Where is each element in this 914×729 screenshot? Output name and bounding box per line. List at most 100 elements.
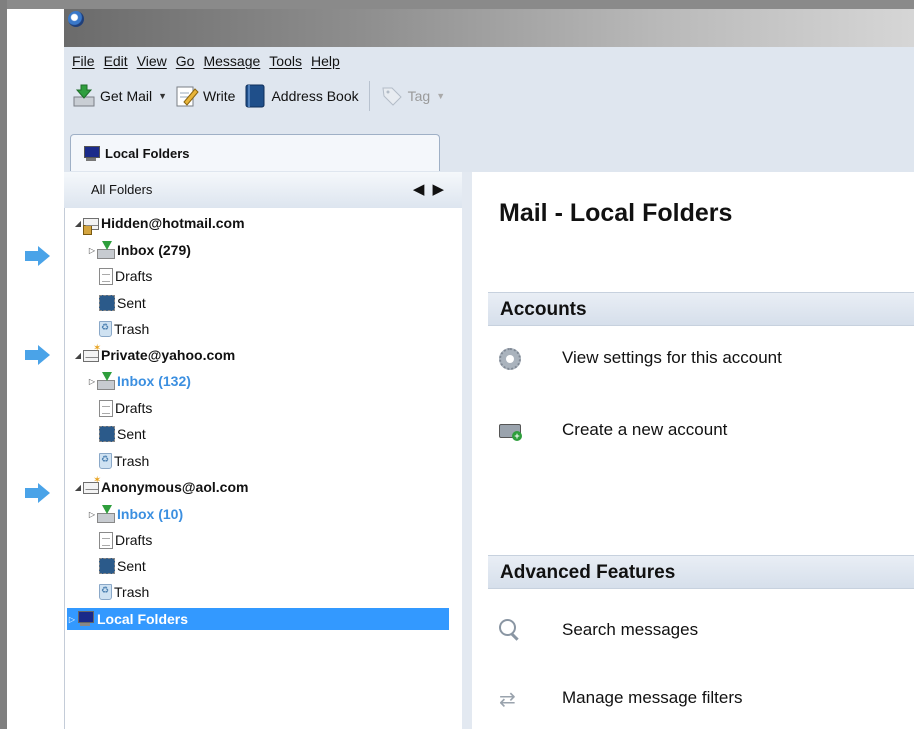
collapse-twisty-icon[interactable]: ◢ xyxy=(73,483,83,492)
thunderbird-app-icon[interactable] xyxy=(68,11,84,27)
address-book-button[interactable]: Address Book xyxy=(239,81,362,111)
local-folders-label: Local Folders xyxy=(97,611,189,627)
account-name: Anonymous@aol.com xyxy=(101,479,249,495)
tab-local-folders[interactable]: Local Folders xyxy=(70,134,440,171)
folder-tree: ◢ Hidden@hotmail.com ▷ Inbox (279) Draft… xyxy=(64,208,463,729)
search-icon xyxy=(494,615,524,645)
filter-icon xyxy=(494,683,524,713)
main-toolbar: Get Mail ▼ Write Address Book Tag ▼ xyxy=(68,79,449,113)
folder-view-arrows: ◀▶ xyxy=(413,180,452,198)
trash-label: Trash xyxy=(114,321,150,337)
drafts-icon xyxy=(99,399,113,417)
tag-icon xyxy=(380,84,404,108)
drafts-label: Drafts xyxy=(115,400,153,416)
trash-label: Trash xyxy=(114,584,150,600)
menu-bar: File Edit View Go Message Tools Help xyxy=(72,53,349,73)
toolbar-area: File Edit View Go Message Tools Help Get… xyxy=(64,47,914,173)
write-icon xyxy=(175,84,199,108)
menu-view[interactable]: View xyxy=(137,53,167,73)
pointer-arrow-icon xyxy=(25,483,51,503)
folder-trash[interactable]: Trash xyxy=(99,581,149,603)
account-name: Private@yahoo.com xyxy=(101,347,236,363)
trash-icon xyxy=(99,321,112,337)
local-folders-icon xyxy=(77,610,95,628)
prev-view-icon[interactable]: ◀ xyxy=(413,181,433,198)
sent-icon xyxy=(99,558,115,574)
local-folders-icon xyxy=(83,145,100,161)
folder-inbox[interactable]: ▷ Inbox (132) xyxy=(87,370,191,392)
search-messages-label: Search messages xyxy=(562,620,699,639)
folder-drafts[interactable]: Drafts xyxy=(99,265,152,287)
accounts-section-header: Accounts xyxy=(488,292,914,326)
accounts-heading: Accounts xyxy=(500,299,587,320)
view-settings-link[interactable]: View settings for this account xyxy=(494,343,782,373)
all-folders-label[interactable]: All Folders xyxy=(91,182,152,197)
account-envelope-icon xyxy=(83,343,101,362)
trash-icon xyxy=(99,453,112,469)
folder-drafts[interactable]: Drafts xyxy=(99,529,152,551)
sent-label: Sent xyxy=(117,558,146,574)
inbox-icon xyxy=(97,241,115,259)
expand-twisty-icon[interactable]: ▷ xyxy=(87,246,97,255)
get-mail-dropdown-icon[interactable]: ▼ xyxy=(158,91,167,101)
menu-message[interactable]: Message xyxy=(203,53,260,73)
annotation-gutter xyxy=(7,9,64,729)
folder-inbox[interactable]: ▷ Inbox (279) xyxy=(87,239,191,261)
expand-twisty-icon[interactable]: ▷ xyxy=(67,615,77,624)
tab-label: Local Folders xyxy=(105,145,190,161)
toolbar-separator xyxy=(368,81,370,111)
account-row[interactable]: ◢ Anonymous@aol.com xyxy=(73,475,249,498)
create-account-label: Create a new account xyxy=(562,420,728,439)
folder-drafts[interactable]: Drafts xyxy=(99,397,152,419)
search-messages-link[interactable]: Search messages xyxy=(494,615,698,645)
menu-tools[interactable]: Tools xyxy=(269,53,302,73)
menu-help[interactable]: Help xyxy=(311,53,340,73)
sent-label: Sent xyxy=(117,426,146,442)
sent-icon xyxy=(99,426,115,442)
trash-label: Trash xyxy=(114,453,150,469)
folder-sent[interactable]: Sent xyxy=(99,555,146,577)
inbox-label: Inbox (10) xyxy=(117,506,184,522)
frame-border-top xyxy=(7,0,914,9)
collapse-twisty-icon[interactable]: ◢ xyxy=(73,219,83,228)
gear-icon xyxy=(494,343,524,373)
get-mail-icon xyxy=(72,84,96,108)
address-book-label: Address Book xyxy=(271,88,359,104)
tab-strip: Local Folders xyxy=(64,132,914,173)
menu-go[interactable]: Go xyxy=(176,53,195,73)
drafts-label: Drafts xyxy=(115,532,153,548)
local-folders-row[interactable]: ▷ Local Folders xyxy=(67,608,449,630)
folder-trash[interactable]: Trash xyxy=(99,450,149,472)
drafts-label: Drafts xyxy=(115,268,153,284)
manage-filters-label: Manage message filters xyxy=(562,688,743,707)
menu-file[interactable]: File xyxy=(72,53,95,73)
folder-sent[interactable]: Sent xyxy=(99,292,146,314)
folder-sent[interactable]: Sent xyxy=(99,423,146,445)
pointer-arrow-icon xyxy=(25,246,51,266)
tag-dropdown-icon[interactable]: ▼ xyxy=(436,91,445,101)
folder-pane-header: All Folders ◀▶ xyxy=(64,172,462,208)
expand-twisty-icon[interactable]: ▷ xyxy=(87,510,97,519)
write-button[interactable]: Write xyxy=(171,81,239,111)
get-mail-button[interactable]: Get Mail ▼ xyxy=(68,81,171,111)
inbox-label: Inbox (279) xyxy=(117,242,191,258)
menu-edit[interactable]: Edit xyxy=(104,53,128,73)
advanced-heading: Advanced Features xyxy=(500,562,676,583)
create-account-link[interactable]: + Create a new account xyxy=(494,415,727,445)
tag-button[interactable]: Tag ▼ xyxy=(376,81,450,111)
account-row[interactable]: ◢ Hidden@hotmail.com xyxy=(73,212,245,235)
write-label: Write xyxy=(203,88,236,104)
account-row[interactable]: ◢ Private@yahoo.com xyxy=(73,343,236,366)
account-envelope-icon xyxy=(83,218,99,235)
folder-inbox[interactable]: ▷ Inbox (10) xyxy=(87,503,183,525)
collapse-twisty-icon[interactable]: ◢ xyxy=(73,351,83,360)
drafts-icon xyxy=(99,267,113,285)
account-envelope-icon xyxy=(83,475,101,494)
folder-trash[interactable]: Trash xyxy=(99,318,149,340)
manage-filters-link[interactable]: Manage message filters xyxy=(494,683,742,713)
pane-splitter[interactable] xyxy=(462,172,472,729)
expand-twisty-icon[interactable]: ▷ xyxy=(87,377,97,386)
title-bar[interactable] xyxy=(64,9,914,47)
pointer-arrow-icon xyxy=(25,345,51,365)
next-view-icon[interactable]: ▶ xyxy=(432,181,452,198)
